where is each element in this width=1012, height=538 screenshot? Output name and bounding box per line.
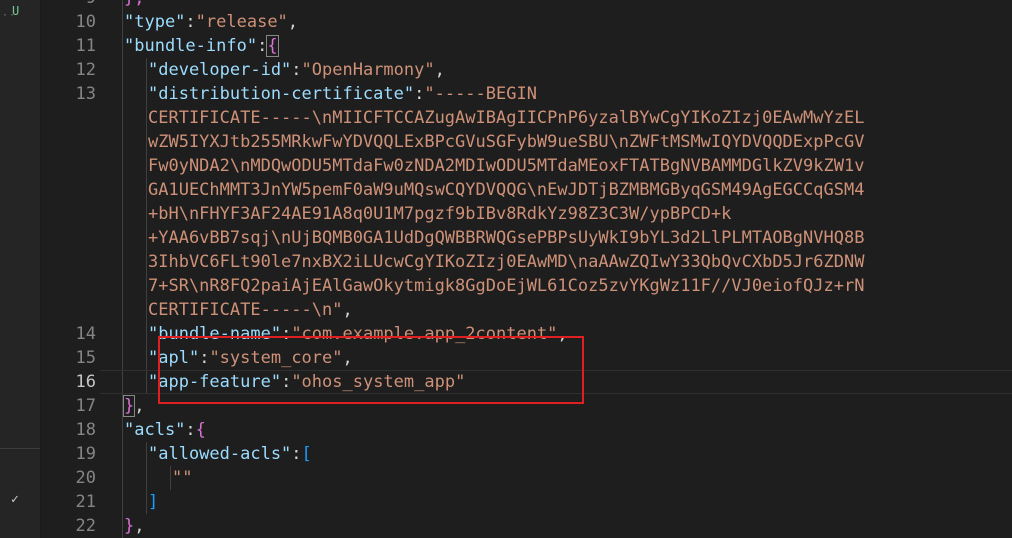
code-token: , [134,516,145,536]
code-line[interactable]: "bundle-info":{ [100,34,1012,58]
line-number: 21 [75,492,96,512]
code-line[interactable]: }, [100,514,1012,538]
code-line[interactable]: Fw0yNDA2\nMDQwODU5MTdaFw0zNDA2MDIwODU5MT… [100,154,1012,178]
code-token: : [185,420,196,440]
code-token: } [124,516,135,536]
code-token: "bundle-info" [124,36,258,56]
check-icon: ✓ [11,492,19,507]
line-number: 17 [75,396,96,416]
code-token: "acls" [124,420,186,440]
code-token: }, [124,0,144,8]
line-number: 9 [40,0,96,10]
code-token: "" [172,468,193,488]
code-token: : [414,84,425,104]
code-token: { [195,420,206,440]
editor-window: ·· U ✓ 910111213141516171819202122 },"ty… [0,0,1012,538]
line-number: 16 [75,372,96,392]
code-token: , [434,60,445,80]
code-line[interactable]: 3IhbVC6FLt90le7nxBX2iLUcwCgYIKoZIzj0EAwM… [100,250,1012,274]
code-line[interactable]: "" [100,466,1012,490]
code-token: : [291,444,302,464]
code-token: +bH\nFHYF3AF24AE91A8q0U1M7pgzf9bIBv8RdkY… [148,204,732,224]
code-line[interactable]: CERTIFICATE-----\nMIICFTCCAZugAwIBAgIICP… [100,106,1012,130]
code-token: wZW5IYXJtb255MRkwFwYDVQQLExBPcGVuSGFybW9… [148,132,865,152]
code-line[interactable]: "allowed-acls":[ [100,442,1012,466]
code-token: "type" [124,12,186,32]
code-line[interactable]: "distribution-certificate":"-----BEGIN [100,82,1012,106]
code-token: 3IhbVC6FLt90le7nxBX2iLUcwCgYIKoZIzj0EAwM… [148,252,865,272]
explorer-sidebar: ·· U ✓ [0,0,41,538]
code-token: CERTIFICATE-----\nMIICFTCCAZugAwIBAgIICP… [148,108,865,128]
red-highlight-box [158,336,584,404]
line-number: 19 [75,444,96,464]
code-token: , [287,12,299,32]
line-number: 13 [75,84,96,104]
code-line[interactable]: CERTIFICATE-----\n", [100,298,1012,322]
sidebar-divider [0,448,40,449]
code-token: } [122,395,136,417]
code-line[interactable]: ] [100,490,1012,514]
code-line[interactable]: +bH\nFHYF3AF24AE91A8q0U1M7pgzf9bIBv8RdkY… [100,202,1012,226]
code-line[interactable]: "type":"release", [100,10,1012,34]
code-token: , [342,300,353,320]
code-token: "distribution-certificate" [148,84,415,104]
line-number: 15 [75,348,96,368]
untracked-badge: U [12,4,20,18]
code-token: [ [301,444,312,464]
code-line[interactable]: GA1UEChMMT3JnYW5pemF0aW9uMQswCQYDVQQG\nE… [100,178,1012,202]
line-number: 14 [75,324,96,344]
code-token: ] [148,492,159,512]
line-number: 18 [75,420,96,440]
code-token: "release" [195,12,288,32]
code-token: "OpenHarmony" [301,60,435,80]
code-token: : [185,12,196,32]
line-number: 22 [75,516,96,536]
code-line[interactable]: }, [100,0,1012,10]
code-token: , [134,396,145,416]
line-number: 20 [75,468,96,488]
code-token: +YAA6vBB7sqj\nUjBQMB0GA1UdDgQWBBRWQGsePB… [148,228,865,248]
code-token: Fw0yNDA2\nMDQwODU5MTdaFw0zNDA2MDIwODU5MT… [148,156,865,176]
code-token: "developer-id" [148,60,292,80]
line-number: 10 [75,12,96,32]
code-token: : [257,36,268,56]
code-token: "-----BEGIN [424,84,537,104]
code-line[interactable]: +YAA6vBB7sqj\nUjBQMB0GA1UdDgQWBBRWQGsePB… [100,226,1012,250]
code-line[interactable]: "acls":{ [100,418,1012,442]
line-number: 11 [75,36,96,56]
code-line[interactable]: wZW5IYXJtb255MRkwFwYDVQQLExBPcGVuSGFybW9… [100,130,1012,154]
code-token: GA1UEChMMT3JnYW5pemF0aW9uMQswCQYDVQQG\nE… [148,180,865,200]
line-number: 12 [75,60,96,80]
code-token: CERTIFICATE-----\n" [148,300,343,320]
code-editor[interactable]: },"type":"release","bundle-info":{"devel… [100,0,1012,538]
line-number-gutter[interactable]: 9 10 11 12 13 14 15 16 17 18 19 20 21 22 [40,0,100,538]
code-token: "allowed-acls" [148,444,292,464]
code-line[interactable]: "developer-id":"OpenHarmony", [100,58,1012,82]
code-token: { [266,35,279,57]
code-token: 7+SR\nR8FQ2paiAjEAlGawOkytmigk8GgDoEjWL6… [148,276,865,296]
code-token: : [291,60,302,80]
code-line[interactable]: 7+SR\nR8FQ2paiAjEAlGawOkytmigk8GgDoEjWL6… [100,274,1012,298]
